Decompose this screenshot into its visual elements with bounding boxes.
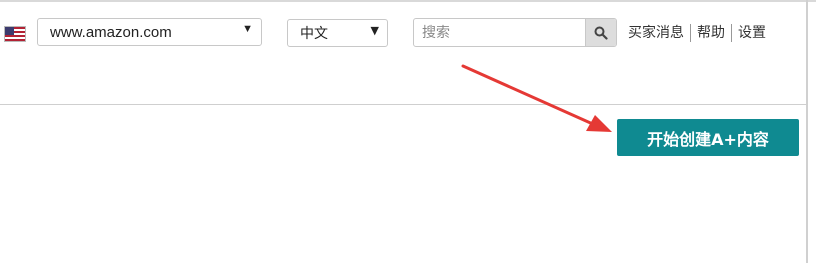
start-create-aplus-button[interactable]: 开始创建A+内容 bbox=[617, 119, 799, 156]
